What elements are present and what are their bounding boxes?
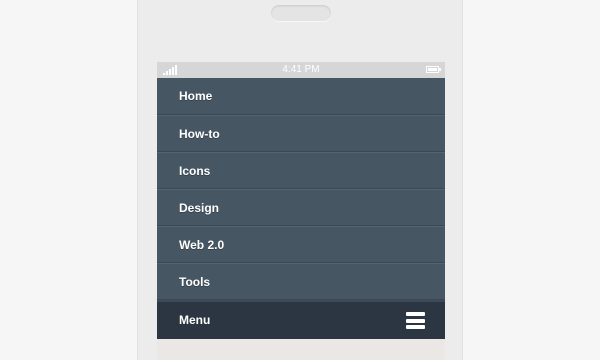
- phone-speaker: [271, 5, 331, 21]
- nav-item-how-to[interactable]: How-to: [157, 115, 445, 152]
- nav-item-home[interactable]: Home: [157, 78, 445, 115]
- menu-bar[interactable]: Menu: [157, 302, 445, 339]
- nav-item-design[interactable]: Design: [157, 189, 445, 226]
- battery-icon: [426, 66, 441, 73]
- phone-screen: 4:41 PM Home How-to Icons Design Web 2.0…: [157, 62, 445, 360]
- nav-item-icons[interactable]: Icons: [157, 152, 445, 189]
- status-time: 4:41 PM: [282, 64, 320, 75]
- nav-item-web-2-0[interactable]: Web 2.0: [157, 226, 445, 263]
- status-bar: 4:41 PM: [157, 62, 445, 78]
- page-content-area: [157, 339, 445, 360]
- hamburger-menu-icon[interactable]: [406, 312, 425, 329]
- nav-item-tools[interactable]: Tools: [157, 263, 445, 300]
- nav-menu: Home How-to Icons Design Web 2.0 Tools: [157, 78, 445, 300]
- menu-label: Menu: [179, 313, 211, 327]
